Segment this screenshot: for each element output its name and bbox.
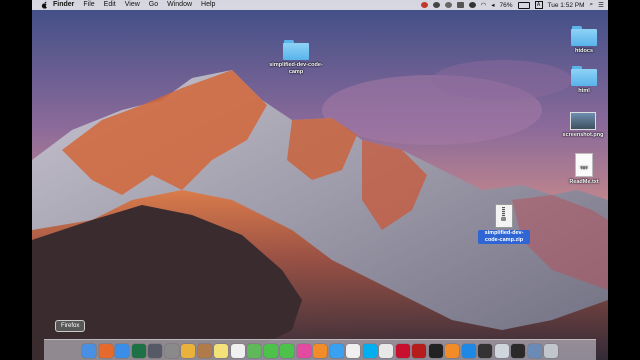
sublime-icon[interactable] [445,343,459,358]
desktop-item-folder[interactable]: html [562,66,606,95]
messages-icon[interactable] [263,343,278,358]
desktop: Finder File Edit View Go Window Help ◠ ◂… [32,0,608,360]
chrome-icon[interactable] [346,343,360,358]
preview-icon[interactable] [494,343,509,358]
volume-icon[interactable]: ◂ [491,1,494,9]
desktop-item-folder[interactable]: simplified-dev-code-camp [267,40,325,76]
skype-icon[interactable] [362,343,377,358]
trash-icon[interactable] [544,343,558,358]
firefox-icon[interactable] [98,343,113,358]
downloads-icon[interactable] [527,343,542,358]
zip-file-icon [495,204,513,228]
desktop-item-zip[interactable]: simplified-dev-code-camp.zip [478,204,530,244]
text-file-icon: TXT [575,153,593,177]
quicktime-icon[interactable] [511,343,525,358]
menu-go[interactable]: Go [149,0,158,10]
safari-icon[interactable] [115,343,129,358]
notification-center-icon[interactable]: ☰ [598,1,604,9]
finder-icon[interactable] [82,343,96,358]
battery-icon[interactable] [517,1,530,9]
record-icon[interactable] [420,2,428,8]
menu-app-finder[interactable]: Finder [53,0,74,10]
status-icon[interactable] [456,2,464,8]
battery-percent[interactable]: 76% [500,2,513,9]
menu-bar: Finder File Edit View Go Window Help ◠ ◂… [32,0,608,10]
apple-menu-icon[interactable] [41,1,48,9]
app-store-icon[interactable] [329,343,344,358]
folder-icon [571,66,597,86]
menu-edit[interactable]: Edit [104,0,116,10]
itunes-icon[interactable] [296,343,311,358]
menu-window[interactable]: Window [167,0,192,10]
desktop-item-folder[interactable]: htdocs [562,26,606,55]
wifi-icon[interactable]: ◠ [481,1,487,9]
vscode-icon[interactable] [461,343,476,358]
status-icon[interactable] [444,2,452,8]
reminders-icon[interactable] [230,343,245,358]
status-icon[interactable] [432,2,440,8]
system-preferences-icon[interactable] [164,343,179,358]
dock-tooltip: Firefox [55,320,86,332]
image-file-icon [570,112,596,130]
desktop-item-label: screenshot.png [562,132,604,138]
acrobat-icon[interactable] [395,343,410,358]
status-icon[interactable] [468,2,476,8]
desktop-item-text[interactable]: TXT ReadMe.txt [562,153,606,186]
terminal-icon[interactable] [428,343,443,358]
ibooks-icon[interactable] [313,343,327,358]
input-source-icon[interactable]: A [534,1,543,9]
textedit-icon[interactable] [379,343,393,358]
desktop-item-label: htdocs [574,48,594,54]
desktop-item-label: simplified-dev-code-camp [269,62,323,75]
facetime-icon[interactable] [280,343,294,358]
notes-icon[interactable] [214,343,228,358]
activity-monitor-icon[interactable] [478,343,492,358]
photos-icon[interactable] [181,343,195,358]
desktop-item-label: ReadMe.txt [569,179,599,185]
menu-view[interactable]: View [125,0,140,10]
folder-icon [283,40,309,60]
dock [44,339,596,360]
desktop-item-label: simplified-dev-code-camp.zip [478,230,530,244]
clock[interactable]: Tue 1:52 PM [548,2,585,9]
maps-icon[interactable] [247,343,261,358]
desktop-item-image[interactable]: screenshot.png [558,112,608,139]
menu-file[interactable]: File [83,0,94,10]
contacts-icon[interactable] [197,343,212,358]
filezilla-icon[interactable] [412,343,426,358]
spotlight-icon[interactable]: ⌕ [590,1,594,9]
desktop-item-label: html [578,88,590,94]
menu-help[interactable]: Help [201,0,215,10]
excel-icon[interactable] [131,343,146,358]
folder-icon [571,26,597,46]
launchpad-icon[interactable] [148,343,162,358]
